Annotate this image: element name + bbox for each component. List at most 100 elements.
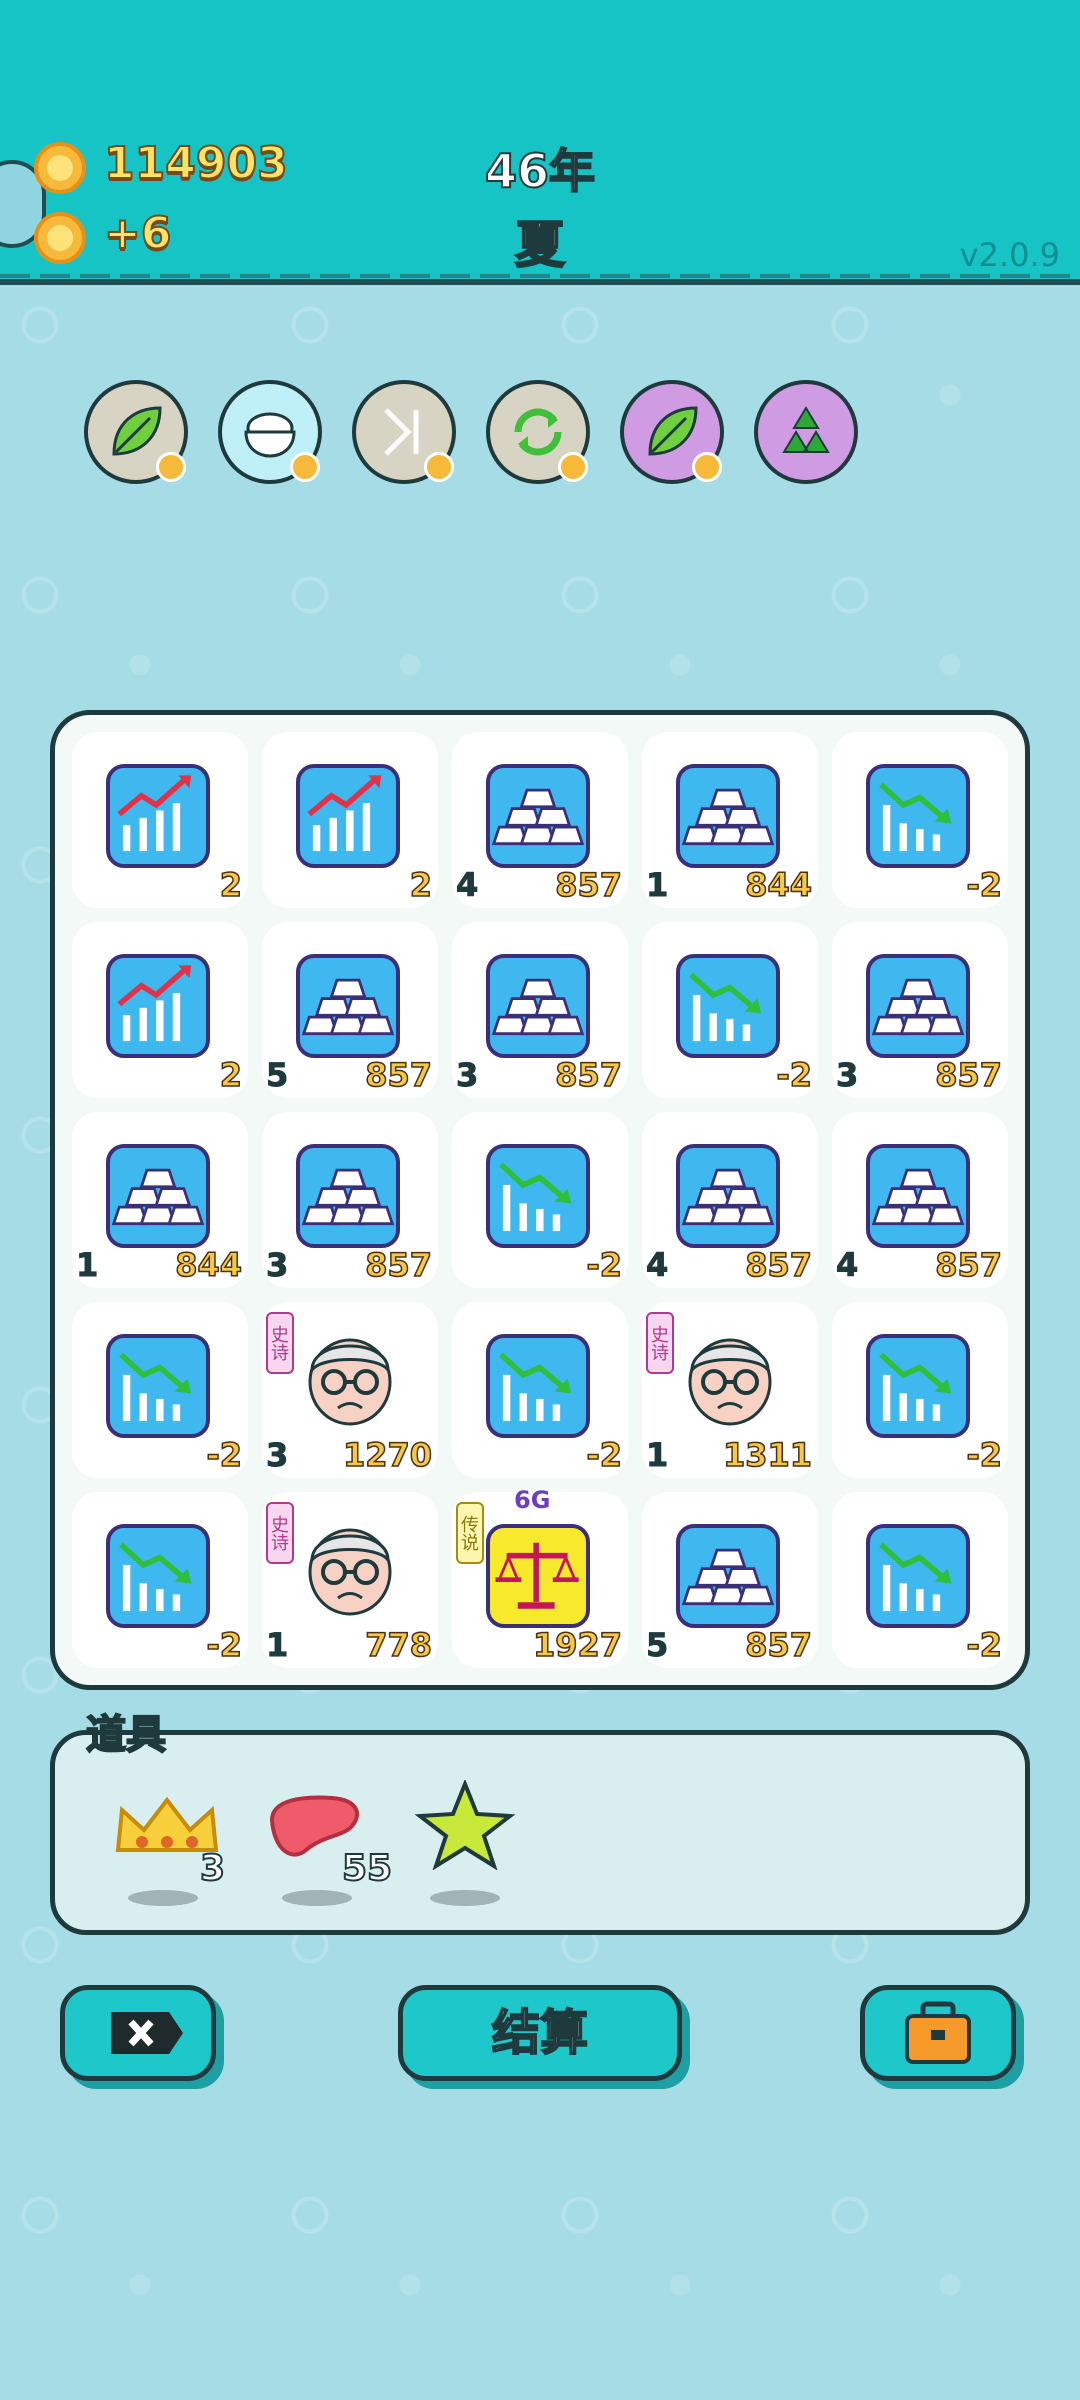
cell-value: -2 [966, 1435, 1003, 1475]
close-button[interactable] [60, 1985, 216, 2081]
board-cell[interactable]: -2 [832, 732, 1008, 908]
coin-income: +6 [103, 207, 172, 260]
chart-down-icon [486, 1144, 590, 1248]
cell-value: 844 [744, 865, 812, 905]
skill-rice-button[interactable] [218, 380, 322, 484]
gold-bars-icon [486, 954, 590, 1058]
board-cell[interactable]: -2 [72, 1302, 248, 1478]
board-cell[interactable]: 史诗 3 1270 [262, 1302, 438, 1478]
board-cell[interactable]: 2 [72, 922, 248, 1098]
cell-value: 1311 [722, 1435, 813, 1475]
board-cell[interactable]: 史诗 1 1311 [642, 1302, 818, 1478]
bag-button[interactable] [860, 1985, 1016, 2081]
board-cell[interactable]: 5 857 [642, 1492, 818, 1668]
gold-bars-icon [866, 954, 970, 1058]
skill-skip-button[interactable] [352, 380, 456, 484]
skill-leaf-button[interactable] [84, 380, 188, 484]
cell-value: -2 [966, 865, 1003, 905]
board-cell[interactable]: -2 [452, 1302, 628, 1478]
cell-count: 1 [265, 1626, 289, 1665]
cell-value: -2 [586, 1245, 623, 1285]
cell-value: 857 [554, 865, 622, 905]
skill-leaf-button-2[interactable] [620, 380, 724, 484]
item-shadow [430, 1890, 500, 1906]
board-cell[interactable]: 3 857 [262, 1112, 438, 1288]
cell-count: 4 [455, 866, 479, 905]
board-cell[interactable]: 4 857 [642, 1112, 818, 1288]
cell-value: -2 [206, 1435, 243, 1475]
cell-value: 857 [364, 1055, 432, 1095]
board-cell[interactable]: -2 [72, 1492, 248, 1668]
cell-value: 2 [219, 1055, 243, 1095]
cell-value: -2 [966, 1625, 1003, 1665]
coin-badge-icon [424, 452, 454, 482]
cell-count: 4 [835, 1246, 859, 1285]
cell-value: 857 [364, 1245, 432, 1285]
settle-button-label: 结算 [491, 2004, 589, 2062]
board-cell[interactable]: 3 857 [452, 922, 628, 1098]
coin-badge-icon [558, 452, 588, 482]
year-label: 46年 [484, 143, 596, 199]
item-shadow [282, 1890, 352, 1906]
board-cell[interactable]: 5 857 [262, 922, 438, 1098]
leaf-icon [648, 406, 698, 456]
coin-badge-icon [290, 452, 320, 482]
cell-count: 1 [75, 1246, 99, 1285]
old-man-icon [298, 1516, 402, 1620]
refresh-icon [514, 408, 562, 456]
skill-recycle-button[interactable] [754, 380, 858, 484]
cell-count: 3 [835, 1056, 859, 1095]
settle-button[interactable]: 结算 [398, 1985, 682, 2081]
cell-extra-label: 6G [514, 1486, 551, 1514]
cell-value: 844 [174, 1245, 242, 1285]
cell-count: 4 [645, 1246, 669, 1285]
cell-value: 857 [934, 1055, 1002, 1095]
cell-value: 2 [409, 865, 433, 905]
rarity-tag: 史诗 [646, 1312, 674, 1374]
chart-down-icon [106, 1524, 210, 1628]
cell-count: 3 [265, 1246, 289, 1285]
crown-count: 3 [199, 1847, 226, 1890]
board-cell[interactable]: 2 [262, 732, 438, 908]
cell-count: 1 [645, 1436, 669, 1475]
cell-value: 1927 [532, 1625, 623, 1665]
rarity-tag: 传说 [456, 1502, 484, 1564]
cell-value: 857 [934, 1245, 1002, 1285]
board-cell[interactable]: 4 857 [452, 732, 628, 908]
cell-value: 2 [219, 865, 243, 905]
rarity-tag: 史诗 [266, 1502, 294, 1564]
board-cell[interactable]: 4 857 [832, 1112, 1008, 1288]
version-label: v2.0.9 [959, 236, 1060, 274]
top-bar: 114903 +6 46年 夏 v2.0.9 [0, 0, 1080, 285]
season-label: 夏 [514, 215, 566, 275]
skip-icon [384, 408, 419, 456]
inventory-item-star[interactable] [410, 1778, 520, 1871]
skill-refresh-button[interactable] [486, 380, 590, 484]
board-cell[interactable]: 2 [72, 732, 248, 908]
gold-bars-icon [676, 764, 780, 868]
board-cell[interactable]: 1 844 [72, 1112, 248, 1288]
cell-value: 857 [744, 1625, 812, 1665]
liver-count: 55 [341, 1847, 393, 1890]
star-icon [414, 1778, 516, 1871]
old-man-icon [298, 1326, 402, 1430]
board-cell[interactable]: -2 [642, 922, 818, 1098]
cell-value: 857 [554, 1055, 622, 1095]
cell-value: 778 [364, 1625, 432, 1665]
board-cell[interactable]: 传说 6G 1927 [452, 1486, 628, 1668]
close-icon [111, 2012, 183, 2054]
board-cell[interactable]: 史诗 1 778 [262, 1492, 438, 1668]
board-cell[interactable]: -2 [832, 1492, 1008, 1668]
board-cell[interactable]: -2 [452, 1112, 628, 1288]
briefcase-icon [905, 2001, 971, 2064]
coin-badge-icon [156, 452, 186, 482]
board-cell[interactable]: -2 [832, 1302, 1008, 1478]
board-cell[interactable]: 1 844 [642, 732, 818, 908]
board-cell[interactable]: 3 857 [832, 922, 1008, 1098]
chart-down-icon [486, 1334, 590, 1438]
leaf-icon [112, 406, 162, 456]
header-divider [0, 274, 1080, 278]
coin-total: 114903 [103, 137, 289, 190]
coin-income-icon [34, 212, 86, 264]
cell-value: -2 [206, 1625, 243, 1665]
